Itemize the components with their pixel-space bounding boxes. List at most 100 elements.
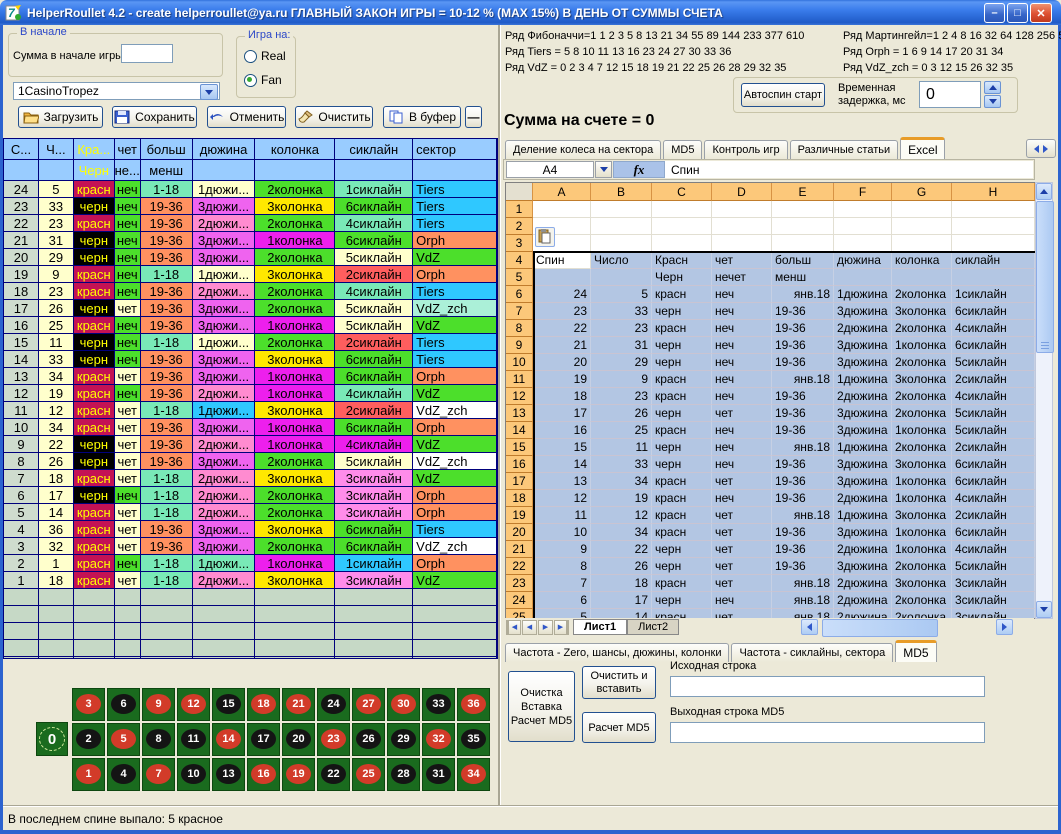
row-header-22[interactable]: 22	[506, 558, 533, 575]
excel-cell-B10[interactable]: 29	[591, 354, 652, 371]
excel-cell-H4[interactable]: сиклайн	[952, 252, 1035, 269]
roulette-cell-8[interactable]: 8	[142, 723, 175, 756]
row-header-23[interactable]: 23	[506, 575, 533, 592]
roulette-cell-9[interactable]: 9	[142, 688, 175, 721]
excel-cell-C7[interactable]: черн	[652, 303, 712, 320]
excel-cell-C23[interactable]: красн	[652, 575, 712, 592]
excel-cell-D6[interactable]: неч	[712, 286, 772, 303]
stepper-up-icon[interactable]	[984, 81, 1001, 94]
excel-cell-H11[interactable]: 2сиклайн	[952, 371, 1035, 388]
excel-cell-E3[interactable]	[772, 235, 834, 252]
column-header-E[interactable]: E	[772, 183, 834, 201]
roulette-cell-36[interactable]: 36	[457, 688, 490, 721]
game-option-fan[interactable]: Fan	[244, 73, 282, 87]
excel-cell-E20[interactable]: 19-36	[772, 524, 834, 541]
excel-cell-C1[interactable]	[652, 201, 712, 218]
excel-cell-C17[interactable]: красн	[652, 473, 712, 490]
roulette-cell-4[interactable]: 4	[107, 758, 140, 791]
excel-cell-E21[interactable]: 19-36	[772, 541, 834, 558]
md5-calc-button[interactable]: Расчет MD5	[582, 712, 656, 743]
excel-cell-A19[interactable]: 11	[533, 507, 591, 524]
column-header-A[interactable]: A	[533, 183, 591, 201]
excel-cell-A20[interactable]: 10	[533, 524, 591, 541]
excel-cell-E11[interactable]: янв.18	[772, 371, 834, 388]
excel-cell-E17[interactable]: 19-36	[772, 473, 834, 490]
roulette-cell-5[interactable]: 5	[107, 723, 140, 756]
roulette-cell-18[interactable]: 18	[247, 688, 280, 721]
sheet-nav-next-icon[interactable]: ▶	[538, 620, 553, 635]
roulette-cell-11[interactable]: 11	[177, 723, 210, 756]
autospin-start-button[interactable]: Автоспин старт	[741, 83, 825, 107]
excel-cell-E14[interactable]: 19-36	[772, 422, 834, 439]
row-header-12[interactable]: 12	[506, 388, 533, 405]
excel-cell-E15[interactable]: янв.18	[772, 439, 834, 456]
excel-cell-B18[interactable]: 19	[591, 490, 652, 507]
excel-cell-A9[interactable]: 21	[533, 337, 591, 354]
row-header-3[interactable]: 3	[506, 235, 533, 252]
column-header-D[interactable]: D	[712, 183, 772, 201]
excel-cell-A21[interactable]: 9	[533, 541, 591, 558]
tab-MD5[interactable]: MD5	[663, 140, 702, 159]
excel-cell-F1[interactable]	[834, 201, 892, 218]
excel-cell-B8[interactable]: 23	[591, 320, 652, 337]
excel-cell-F17[interactable]: 3дюжина	[834, 473, 892, 490]
excel-cell-F19[interactable]: 1дюжина	[834, 507, 892, 524]
roulette-cell-35[interactable]: 35	[457, 723, 490, 756]
column-header-C[interactable]: C	[652, 183, 712, 201]
excel-cell-C13[interactable]: черн	[652, 405, 712, 422]
roulette-cell-27[interactable]: 27	[352, 688, 385, 721]
excel-cell-F8[interactable]: 2дюжина	[834, 320, 892, 337]
excel-cell-C3[interactable]	[652, 235, 712, 252]
game-option-real[interactable]: Real	[244, 49, 286, 63]
row-header-9[interactable]: 9	[506, 337, 533, 354]
excel-cell-D15[interactable]: неч	[712, 439, 772, 456]
excel-cell-F3[interactable]	[834, 235, 892, 252]
roulette-cell-3[interactable]: 3	[72, 688, 105, 721]
excel-cell-B6[interactable]: 5	[591, 286, 652, 303]
excel-cell-H10[interactable]: 5сиклайн	[952, 354, 1035, 371]
scroll-up-icon[interactable]	[1036, 183, 1052, 200]
row-header-24[interactable]: 24	[506, 592, 533, 609]
sheet-nav-buttons[interactable]: ◀◀▶▶	[505, 620, 569, 635]
roulette-cell-0[interactable]: 0	[36, 722, 68, 756]
excel-cell-G5[interactable]	[892, 269, 952, 286]
roulette-cell-20[interactable]: 20	[282, 723, 315, 756]
roulette-cell-24[interactable]: 24	[317, 688, 350, 721]
excel-cell-B2[interactable]	[591, 218, 652, 235]
roulette-cell-26[interactable]: 26	[352, 723, 385, 756]
excel-cell-B21[interactable]: 22	[591, 541, 652, 558]
excel-cell-F23[interactable]: 2дюжина	[834, 575, 892, 592]
excel-cell-D20[interactable]: чет	[712, 524, 772, 541]
excel-cell-D5[interactable]: нечет	[712, 269, 772, 286]
excel-cell-B22[interactable]: 26	[591, 558, 652, 575]
excel-cell-H14[interactable]: 5сиклайн	[952, 422, 1035, 439]
excel-cell-C19[interactable]: красн	[652, 507, 712, 524]
row-header-13[interactable]: 13	[506, 405, 533, 422]
excel-cell-G2[interactable]	[892, 218, 952, 235]
excel-cell-D16[interactable]: неч	[712, 456, 772, 473]
excel-cell-G17[interactable]: 1колонка	[892, 473, 952, 490]
cell-name-box[interactable]: A4	[506, 161, 594, 178]
excel-cell-C22[interactable]: черн	[652, 558, 712, 575]
row-header-17[interactable]: 17	[506, 473, 533, 490]
excel-cell-E24[interactable]: янв.18	[772, 592, 834, 609]
excel-cell-E4[interactable]: больш	[772, 252, 834, 269]
excel-cell-G7[interactable]: 3колонка	[892, 303, 952, 320]
excel-cell-D3[interactable]	[712, 235, 772, 252]
tab-Различные статьи[interactable]: Различные статьи	[790, 140, 899, 159]
excel-cell-E19[interactable]: янв.18	[772, 507, 834, 524]
column-header-F[interactable]: F	[834, 183, 892, 201]
excel-cell-E1[interactable]	[772, 201, 834, 218]
excel-cell-F5[interactable]	[834, 269, 892, 286]
excel-cell-H21[interactable]: 4сиклайн	[952, 541, 1035, 558]
excel-cell-C10[interactable]: черн	[652, 354, 712, 371]
excel-cell-E8[interactable]: 19-36	[772, 320, 834, 337]
excel-cell-D11[interactable]: неч	[712, 371, 772, 388]
excel-cell-B5[interactable]	[591, 269, 652, 286]
excel-cell-A12[interactable]: 18	[533, 388, 591, 405]
excel-cell-A8[interactable]: 22	[533, 320, 591, 337]
collapse-button[interactable]: —	[465, 106, 482, 128]
excel-cell-B20[interactable]: 34	[591, 524, 652, 541]
excel-cell-B15[interactable]: 11	[591, 439, 652, 456]
radio-icon[interactable]	[244, 74, 257, 87]
